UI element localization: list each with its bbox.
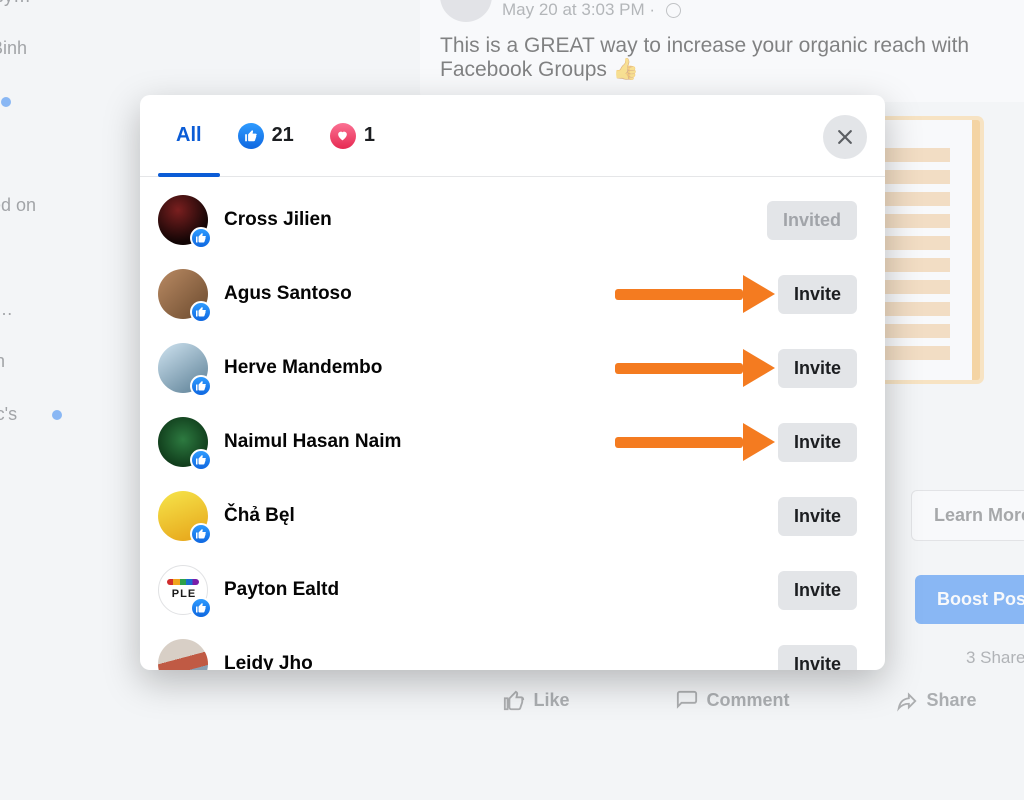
avatar-image xyxy=(158,639,208,670)
reactor-avatar[interactable] xyxy=(158,417,208,467)
reactions-tabs: All 21 1 xyxy=(140,95,885,177)
tab-love-count: 1 xyxy=(364,124,375,147)
tab-love[interactable]: 1 xyxy=(312,95,393,176)
reactor-list: Cross JilienInvitedAgus SantosoInviteHer… xyxy=(140,177,885,670)
reactor-name[interactable]: Leidy Jho xyxy=(224,653,778,670)
reactor-row: Payton EaltdInvite xyxy=(158,553,881,627)
like-icon xyxy=(238,123,264,149)
invite-button[interactable]: Invite xyxy=(778,497,857,536)
reactor-avatar[interactable] xyxy=(158,565,208,615)
tab-like-count: 21 xyxy=(272,124,294,147)
reactor-row: Leidy JhoInvite xyxy=(158,627,881,670)
reactor-avatar[interactable] xyxy=(158,639,208,670)
like-badge-icon xyxy=(190,449,212,471)
reactor-name[interactable]: Payton Ealtd xyxy=(224,579,778,601)
reactor-name[interactable]: Cross Jilien xyxy=(224,209,767,231)
invite-button[interactable]: Invite xyxy=(778,275,857,314)
reactor-avatar[interactable] xyxy=(158,491,208,541)
invite-button[interactable]: Invite xyxy=(778,349,857,388)
tab-like[interactable]: 21 xyxy=(220,95,312,176)
reactor-name[interactable]: Agus Santoso xyxy=(224,283,778,305)
love-icon xyxy=(330,123,356,149)
reactor-row: Cross JilienInvited xyxy=(158,183,881,257)
reactor-name[interactable]: Herve Mandembo xyxy=(224,357,778,379)
reactor-name[interactable]: Naimul Hasan Naim xyxy=(224,431,778,453)
reactor-row: Herve MandemboInvite xyxy=(158,331,881,405)
like-badge-icon xyxy=(190,523,212,545)
reactor-row: Naimul Hasan NaimInvite xyxy=(158,405,881,479)
invite-button[interactable]: Invite xyxy=(778,423,857,462)
close-icon xyxy=(835,127,855,147)
invite-button[interactable]: Invite xyxy=(778,645,857,671)
reactor-avatar[interactable] xyxy=(158,269,208,319)
like-badge-icon xyxy=(190,597,212,619)
reactions-modal: All 21 1 Cross JilienInvitedAgus Santoso… xyxy=(140,95,885,670)
tab-all-label: All xyxy=(176,124,202,147)
reactor-avatar[interactable] xyxy=(158,343,208,393)
like-badge-icon xyxy=(190,375,212,397)
reactor-avatar[interactable] xyxy=(158,195,208,245)
reactor-row: Agus SantosoInvite xyxy=(158,257,881,331)
invited-button: Invited xyxy=(767,201,857,240)
like-badge-icon xyxy=(190,301,212,323)
close-button[interactable] xyxy=(823,115,867,159)
reactor-name[interactable]: Čhả Bęl xyxy=(224,505,778,527)
reactor-row: Čhả BęlInvite xyxy=(158,479,881,553)
invite-button[interactable]: Invite xyxy=(778,571,857,610)
like-badge-icon xyxy=(190,227,212,249)
tab-all[interactable]: All xyxy=(158,95,220,176)
